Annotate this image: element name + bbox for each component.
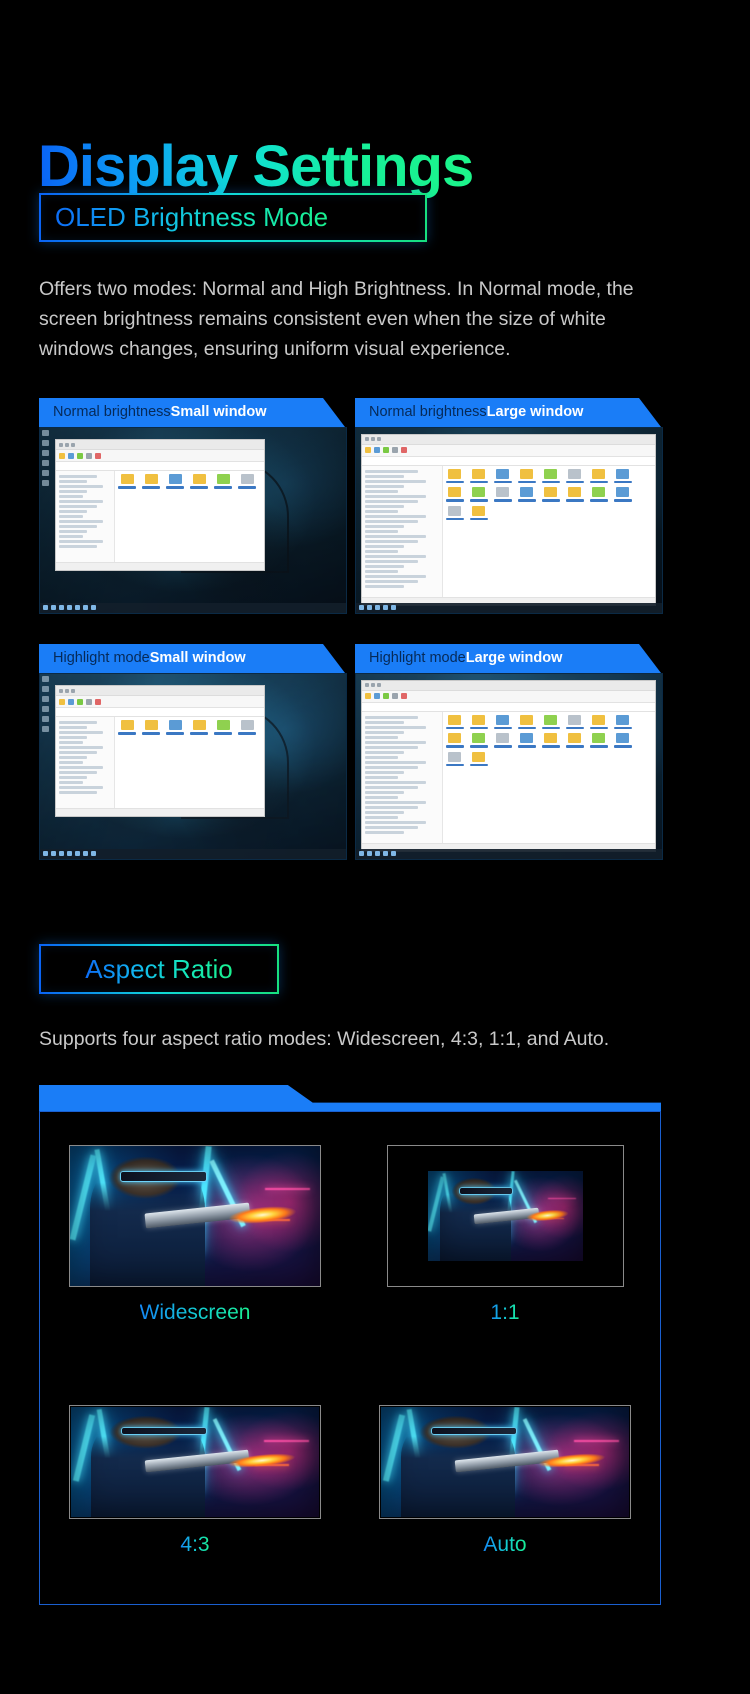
- card-tab-mode: Normal brightness: [53, 404, 171, 421]
- desktop-screenshot: [39, 427, 347, 614]
- file-list[interactable]: [442, 465, 656, 605]
- card-tab: Highlight mode Small window: [39, 644, 345, 673]
- window-titlebar: [361, 680, 656, 691]
- game-preview-image: [381, 1407, 629, 1517]
- file-list[interactable]: [442, 711, 656, 851]
- explorer-window[interactable]: [55, 439, 266, 571]
- aspect-frame: [386, 1145, 624, 1287]
- desktop-screenshot: [39, 673, 347, 860]
- aspect-ratio-label: 4:3: [180, 1533, 210, 1556]
- navigation-pane[interactable]: [361, 711, 443, 851]
- window-body: [361, 465, 656, 605]
- section-heading-aspect-ratio: Aspect Ratio: [39, 944, 279, 994]
- aspect-ratio-label: Auto: [483, 1533, 527, 1556]
- file-list[interactable]: [115, 717, 265, 816]
- explorer-window[interactable]: [55, 685, 266, 817]
- file-list[interactable]: [115, 471, 265, 570]
- window-titlebar: [56, 686, 265, 697]
- taskbar[interactable]: [356, 848, 662, 859]
- explorer-window[interactable]: [360, 433, 657, 606]
- status-bar: [56, 561, 265, 570]
- window-ribbon: [56, 696, 265, 709]
- aspect-ratio-item-4-3[interactable]: 4:3: [69, 1405, 321, 1557]
- desktop-screenshot: [355, 427, 663, 614]
- game-preview-image: [70, 1146, 320, 1286]
- oled-description-text: Offers two modes: Normal and High Bright…: [39, 277, 634, 360]
- screenshot-card-normal-small: Normal brightness Small window: [39, 398, 347, 614]
- screenshot-card-highlight-small: Highlight mode Small window: [39, 644, 347, 860]
- game-preview-image: [71, 1407, 319, 1517]
- aspect-ratio-label: Widescreen: [139, 1301, 251, 1324]
- aspect-frame: [69, 1145, 321, 1287]
- status-bar: [56, 807, 265, 816]
- card-tab: Normal brightness Large window: [355, 398, 661, 427]
- page-root: Display Settings OLED Brightness Mode Of…: [0, 0, 750, 1694]
- section-heading-oled-brightness-mode: OLED Brightness Mode: [39, 193, 427, 242]
- navigation-pane[interactable]: [56, 717, 116, 816]
- aspect-ratio-panel: Widescreen 1:1 4:3 Auto: [39, 1085, 661, 1605]
- aspect-frame: [69, 1405, 321, 1519]
- aspect-ratio-label: 1:1: [490, 1301, 520, 1324]
- desktop-icons: [42, 430, 49, 486]
- card-tab-mode: Highlight mode: [53, 650, 150, 667]
- card-tab: Highlight mode Large window: [355, 644, 661, 673]
- section-heading-label: Aspect Ratio: [85, 953, 233, 984]
- address-bar[interactable]: [56, 462, 265, 472]
- card-tab-window: Small window: [149, 650, 246, 667]
- desktop-icons: [42, 676, 49, 732]
- card-tab-window: Large window: [465, 650, 563, 667]
- card-tab-window: Large window: [486, 404, 584, 421]
- address-bar[interactable]: [361, 456, 656, 466]
- window-body: [56, 717, 265, 816]
- window-titlebar: [56, 440, 265, 451]
- navigation-pane[interactable]: [56, 471, 116, 570]
- window-ribbon: [56, 450, 265, 463]
- address-bar[interactable]: [56, 708, 265, 718]
- desktop-screenshot: [355, 673, 663, 860]
- explorer-window[interactable]: [360, 679, 657, 852]
- window-ribbon: [361, 690, 656, 703]
- aspect-frame: [379, 1405, 631, 1519]
- taskbar[interactable]: [356, 602, 662, 613]
- screenshot-card-normal-large: Normal brightness Large window: [355, 398, 663, 614]
- card-tab: Normal brightness Small window: [39, 398, 345, 427]
- window-ribbon: [361, 444, 656, 457]
- address-bar[interactable]: [361, 702, 656, 712]
- aspect-ratio-panel-body: Widescreen 1:1 4:3 Auto: [39, 1111, 661, 1605]
- window-titlebar: [361, 434, 656, 445]
- taskbar[interactable]: [40, 848, 346, 859]
- navigation-pane[interactable]: [361, 465, 443, 605]
- aspect-ratio-item-1-1[interactable]: 1:1: [386, 1145, 624, 1325]
- game-preview-image: [427, 1171, 583, 1261]
- window-body: [361, 711, 656, 851]
- aspect-ratio-item-widescreen[interactable]: Widescreen: [69, 1145, 321, 1325]
- card-tab-mode: Normal brightness: [369, 404, 487, 421]
- page-title: Display Settings: [38, 133, 474, 199]
- aspect-description-text: Supports four aspect ratio modes: Widesc…: [39, 1027, 610, 1050]
- section-heading-label: OLED Brightness Mode: [55, 202, 329, 232]
- aspect-ratio-item-auto[interactable]: Auto: [379, 1405, 631, 1557]
- taskbar[interactable]: [40, 602, 346, 613]
- card-tab-mode: Highlight mode: [369, 650, 466, 667]
- screenshot-card-highlight-large: Highlight mode Large window: [355, 644, 663, 860]
- window-body: [56, 471, 265, 570]
- card-tab-window: Small window: [170, 404, 267, 421]
